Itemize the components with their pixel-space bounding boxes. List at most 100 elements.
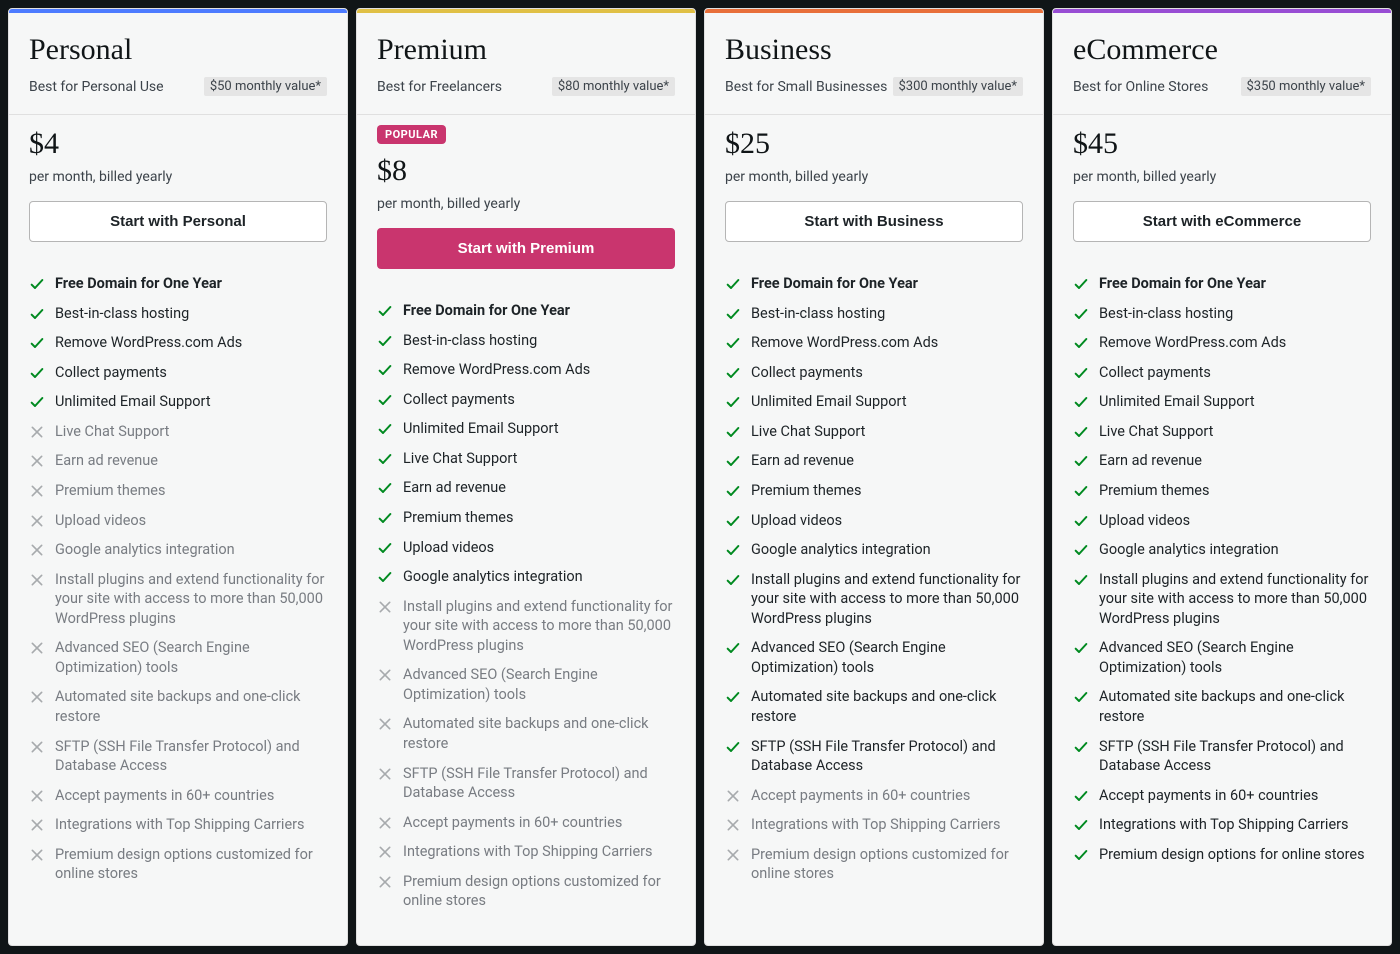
feature-label: SFTP (SSH File Transfer Protocol) and Da…: [751, 737, 1023, 776]
feature-row: Collect payments: [377, 390, 675, 410]
x-icon: [29, 739, 45, 755]
feature-label: Upload videos: [403, 538, 494, 558]
feature-label: Google analytics integration: [403, 567, 583, 587]
check-icon: [1073, 513, 1089, 529]
check-icon: [29, 306, 45, 322]
x-icon: [29, 424, 45, 440]
feature-row: Premium design options customized for on…: [29, 845, 327, 884]
x-icon: [377, 766, 393, 782]
feature-label: Remove WordPress.com Ads: [55, 333, 242, 353]
check-icon: [1073, 817, 1089, 833]
feature-row: Upload videos: [725, 511, 1023, 531]
plan-header: PersonalBest for Personal Use$50 monthly…: [9, 13, 347, 115]
feature-list: Free Domain for One Year Best-in-class ho…: [357, 287, 695, 945]
plan-name: Personal: [29, 33, 327, 67]
feature-row: Collect payments: [1073, 363, 1371, 383]
plan-pricing: $25per month, billed yearlyStart with Bu…: [705, 115, 1043, 260]
check-icon: [725, 453, 741, 469]
plan-name: Business: [725, 33, 1023, 67]
feature-label: Premium themes: [403, 508, 513, 528]
feature-row: Install plugins and extend functionality…: [1073, 570, 1371, 629]
check-icon: [377, 362, 393, 378]
check-icon: [377, 303, 393, 319]
check-icon: [725, 739, 741, 755]
feature-label: Free Domain for One Year: [1099, 274, 1266, 294]
cta-button-business[interactable]: Start with Business: [725, 201, 1023, 242]
feature-row: Install plugins and extend functionality…: [725, 570, 1023, 629]
feature-row: Advanced SEO (Search Engine Optimization…: [725, 638, 1023, 677]
feature-label: Remove WordPress.com Ads: [403, 360, 590, 380]
feature-label: Premium design options customized for on…: [55, 845, 327, 884]
plan-billing: per month, billed yearly: [725, 169, 1023, 185]
feature-row: Remove WordPress.com Ads: [377, 360, 675, 380]
feature-row: Unlimited Email Support: [1073, 392, 1371, 412]
check-icon: [1073, 483, 1089, 499]
feature-row: Upload videos: [377, 538, 675, 558]
check-icon: [1073, 365, 1089, 381]
plan-header: eCommerceBest for Online Stores$350 mont…: [1053, 13, 1391, 115]
feature-label: Accept payments in 60+ countries: [403, 813, 622, 833]
cta-button-ecommerce[interactable]: Start with eCommerce: [1073, 201, 1371, 242]
feature-label: Live Chat Support: [751, 422, 865, 442]
feature-label: Google analytics integration: [1099, 540, 1279, 560]
feature-label: Live Chat Support: [55, 422, 169, 442]
check-icon: [725, 276, 741, 292]
feature-row: Remove WordPress.com Ads: [1073, 333, 1371, 353]
cta-button-personal[interactable]: Start with Personal: [29, 201, 327, 242]
plan-pricing: $4 per month, billed yearly Start with Per…: [9, 115, 347, 260]
feature-row: Best-in-class hosting: [1073, 304, 1371, 324]
value-badge: $50 monthly value*: [204, 77, 327, 96]
x-icon: [377, 844, 393, 860]
feature-row: Premium themes: [377, 508, 675, 528]
feature-row: Integrations with Top Shipping Carriers: [29, 815, 327, 835]
feature-row: Best-in-class hosting: [377, 331, 675, 351]
plan-tagline: Best for Small Businesses: [725, 79, 887, 95]
feature-row: Advanced SEO (Search Engine Optimization…: [29, 638, 327, 677]
feature-row: Earn ad revenue: [377, 478, 675, 498]
plan-price: $4: [29, 127, 327, 161]
value-badge: $300 monthly value*: [893, 77, 1024, 96]
feature-label: Accept payments in 60+ countries: [751, 786, 970, 806]
feature-row: Automated site backups and one-click res…: [377, 714, 675, 753]
feature-label: Earn ad revenue: [55, 451, 158, 471]
plan-pricing: $45per month, billed yearlyStart with eC…: [1053, 115, 1391, 260]
check-icon: [725, 513, 741, 529]
feature-row: Unlimited Email Support: [377, 419, 675, 439]
feature-row: SFTP (SSH File Transfer Protocol) and Da…: [1073, 737, 1371, 776]
plan-header: PremiumBest for Freelancers$80 monthly v…: [357, 13, 695, 115]
feature-row: Premium themes: [29, 481, 327, 501]
check-icon: [725, 542, 741, 558]
plan-billing: per month, billed yearly: [29, 169, 327, 185]
feature-row: Premium design options customized for on…: [725, 845, 1023, 884]
feature-row: Remove WordPress.com Ads: [29, 333, 327, 353]
plan-name: eCommerce: [1073, 33, 1371, 67]
plan-header: Business Best for Small Businesses $300 mo…: [705, 13, 1043, 115]
x-icon: [725, 847, 741, 863]
feature-row: Integrations with Top Shipping Carriers: [377, 842, 675, 862]
feature-row: Unlimited Email Support: [725, 392, 1023, 412]
feature-label: Upload videos: [751, 511, 842, 531]
feature-label: Remove WordPress.com Ads: [751, 333, 938, 353]
feature-label: Advanced SEO (Search Engine Optimization…: [55, 638, 327, 677]
feature-label: Upload videos: [55, 511, 146, 531]
feature-row: Earn ad revenue: [29, 451, 327, 471]
x-icon: [29, 689, 45, 705]
feature-label: Remove WordPress.com Ads: [1099, 333, 1286, 353]
check-icon: [1073, 453, 1089, 469]
cta-button-premium[interactable]: Start with Premium: [377, 228, 675, 269]
feature-label: Collect payments: [403, 390, 515, 410]
feature-row: Google analytics integration: [377, 567, 675, 587]
feature-label: Free Domain for One Year: [403, 301, 570, 321]
feature-row: Accept payments in 60+ countries: [377, 813, 675, 833]
x-icon: [29, 788, 45, 804]
feature-label: Install plugins and extend functionality…: [1099, 570, 1371, 629]
x-icon: [29, 453, 45, 469]
plan-card-business: Business Best for Small Businesses $300 mo…: [704, 8, 1044, 946]
check-icon: [377, 421, 393, 437]
feature-list: Free Domain for One YearBest-in-class ho…: [9, 260, 347, 918]
check-icon: [1073, 394, 1089, 410]
feature-label: Integrations with Top Shipping Carriers: [403, 842, 653, 862]
feature-row: Install plugins and extend functionality…: [377, 597, 675, 656]
check-icon: [377, 392, 393, 408]
check-icon: [29, 335, 45, 351]
